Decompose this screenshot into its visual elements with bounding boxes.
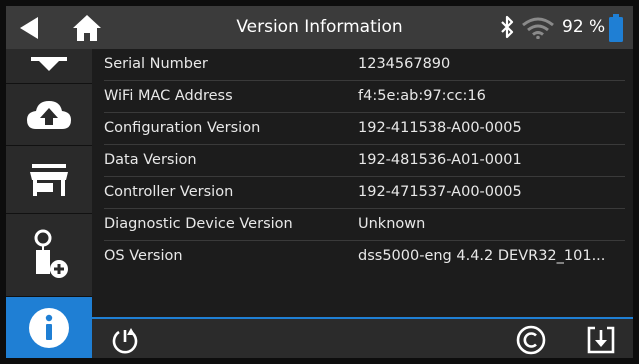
row-value: Unknown: [358, 216, 426, 232]
row-value: 192-481536-A01-0001: [358, 152, 522, 168]
row-value: 192-411538-A00-0005: [358, 120, 522, 136]
copyright-icon[interactable]: [516, 325, 546, 355]
battery-percentage: 92 %: [562, 17, 606, 37]
row-value: f4:5e:ab:97:cc:16: [358, 88, 486, 104]
device-frame: Version Information 92 % Serial Number 1…: [0, 0, 639, 364]
diagnostic-device-add-icon: [34, 229, 68, 278]
sidebar-item-diagnostic-device[interactable]: [6, 214, 92, 297]
info-row-configuration-version: Configuration Version 192-411538-A00-000…: [104, 113, 625, 145]
sidebar-item-shop[interactable]: [6, 146, 92, 214]
download-icon: [31, 57, 67, 71]
info-row-os-version: OS Version dss5000-eng 4.4.2 DEVR32_101.…: [104, 241, 625, 272]
row-label: WiFi MAC Address: [104, 88, 233, 104]
sidebar-item-info[interactable]: [6, 297, 92, 358]
info-row-data-version: Data Version 192-481536-A01-0001: [104, 145, 625, 177]
info-row-serial-number: Serial Number 1234567890: [104, 49, 625, 81]
cloud-upload-icon: [27, 100, 71, 129]
back-arrow-icon[interactable]: [16, 16, 42, 40]
export-icon[interactable]: [586, 325, 616, 355]
info-row-wifi-mac: WiFi MAC Address f4:5e:ab:97:cc:16: [104, 81, 625, 113]
row-label: Controller Version: [104, 184, 234, 200]
version-info-list: Serial Number 1234567890 WiFi MAC Addres…: [92, 49, 633, 314]
row-value: dss5000-eng 4.4.2 DEVR32_101...: [358, 248, 606, 264]
info-icon: [29, 307, 69, 348]
row-label: OS Version: [104, 248, 183, 264]
shop-icon: [30, 163, 68, 196]
row-label: Data Version: [104, 152, 197, 168]
screen: Version Information 92 % Serial Number 1…: [6, 6, 633, 358]
sidebar-item-cloud-upload[interactable]: [6, 84, 92, 146]
power-restart-icon[interactable]: [110, 325, 140, 355]
bluetooth-icon: [501, 15, 514, 39]
sidebar: [6, 49, 92, 358]
row-label: Configuration Version: [104, 120, 261, 136]
info-row-controller-version: Controller Version 192-471537-A00-0005: [104, 177, 625, 209]
bottom-toolbar: [92, 317, 633, 358]
wifi-icon: [522, 17, 554, 39]
home-icon[interactable]: [72, 14, 102, 42]
top-bar: Version Information 92 %: [6, 6, 633, 49]
row-label: Serial Number: [104, 56, 208, 72]
row-value: 192-471537-A00-0005: [358, 184, 522, 200]
sidebar-item-download[interactable]: [6, 49, 92, 84]
battery-icon: [609, 14, 623, 42]
info-row-diagnostic-device-version: Diagnostic Device Version Unknown: [104, 209, 625, 241]
row-label: Diagnostic Device Version: [104, 216, 293, 232]
row-value: 1234567890: [358, 56, 451, 72]
